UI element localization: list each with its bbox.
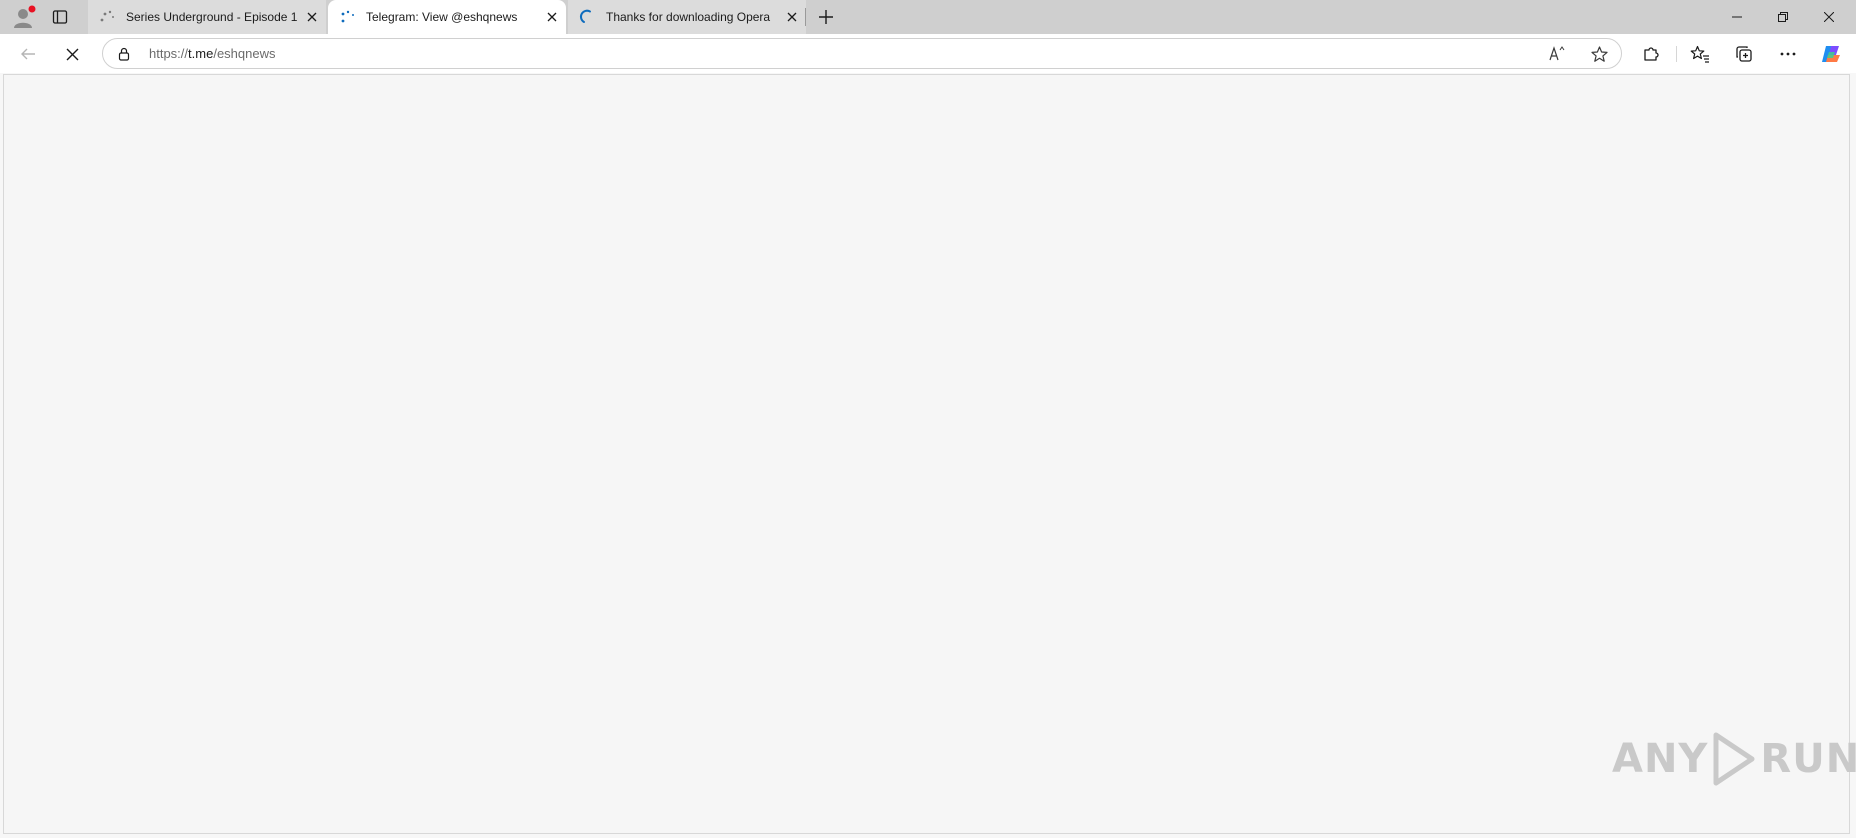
anyrun-watermark: ANY RUN — [1612, 726, 1856, 792]
restore-icon — [1778, 12, 1788, 22]
play-triangle-icon — [1712, 732, 1756, 786]
url-host: t.me — [188, 46, 214, 61]
copilot-button[interactable] — [1814, 37, 1848, 71]
loading-spinner-icon — [578, 8, 596, 26]
toolbar-separator — [1676, 46, 1677, 62]
back-button[interactable] — [11, 37, 45, 71]
star-icon — [1590, 45, 1608, 62]
watermark-text-left: ANY — [1612, 736, 1709, 782]
profile-avatar-icon — [14, 5, 36, 28]
tab-title: Thanks for downloading Opera — [606, 10, 771, 24]
url-scheme: https:// — [149, 46, 189, 61]
add-favorite-button[interactable] — [1586, 42, 1612, 66]
web-page-content[interactable] — [3, 74, 1850, 834]
restore-button[interactable] — [1760, 0, 1806, 34]
minimize-icon — [1732, 16, 1742, 18]
new-tab-button[interactable] — [812, 0, 840, 34]
favorites-star-list-icon — [1690, 45, 1709, 63]
read-aloud-icon — [1549, 46, 1565, 61]
navigation-toolbar: https://t.me/eshqnews — [0, 34, 1856, 73]
close-tab-icon[interactable] — [298, 3, 326, 31]
copilot-icon — [1822, 46, 1840, 62]
url-path: /eshqnews — [213, 46, 276, 61]
settings-and-more-button[interactable] — [1771, 37, 1805, 71]
tab-strip: Series Underground - Episode 13 Telegram… — [0, 0, 1856, 34]
tab-actions-icon — [52, 10, 68, 24]
more-dots-icon — [1780, 52, 1796, 56]
puzzle-icon — [1644, 47, 1659, 61]
plus-icon — [819, 10, 833, 24]
favorites-button[interactable] — [1683, 37, 1717, 71]
close-window-button[interactable] — [1806, 0, 1852, 34]
loading-spinner-icon — [338, 8, 356, 26]
tab-opera-download[interactable]: Thanks for downloading Opera — [568, 0, 806, 34]
close-icon — [1824, 12, 1834, 22]
tab-separator — [805, 8, 806, 26]
tab-series-underground[interactable]: Series Underground - Episode 13 — [88, 0, 326, 34]
tab-telegram[interactable]: Telegram: View @eshqnews — [328, 0, 566, 34]
close-icon — [66, 48, 78, 60]
address-bar[interactable]: https://t.me/eshqnews — [102, 38, 1622, 69]
collections-button[interactable] — [1727, 37, 1761, 71]
minimize-button[interactable] — [1714, 0, 1760, 34]
site-info-lock-icon[interactable] — [115, 45, 133, 63]
watermark-text-right: RUN — [1760, 736, 1856, 782]
tab-title: Telegram: View @eshqnews — [366, 10, 518, 24]
collections-icon — [1736, 46, 1752, 62]
read-aloud-button[interactable] — [1545, 42, 1571, 66]
stop-loading-button[interactable] — [55, 37, 89, 71]
profile-button[interactable] — [8, 0, 38, 34]
tab-title: Series Underground - Episode 13 — [126, 10, 298, 24]
back-arrow-icon — [21, 48, 35, 60]
close-tab-icon[interactable] — [778, 3, 806, 31]
url-text[interactable]: https://t.me/eshqnews — [149, 46, 275, 61]
loading-spinner-icon — [98, 8, 116, 26]
tab-actions-button[interactable] — [46, 0, 74, 34]
close-tab-icon[interactable] — [538, 3, 566, 31]
extensions-button[interactable] — [1634, 37, 1668, 71]
